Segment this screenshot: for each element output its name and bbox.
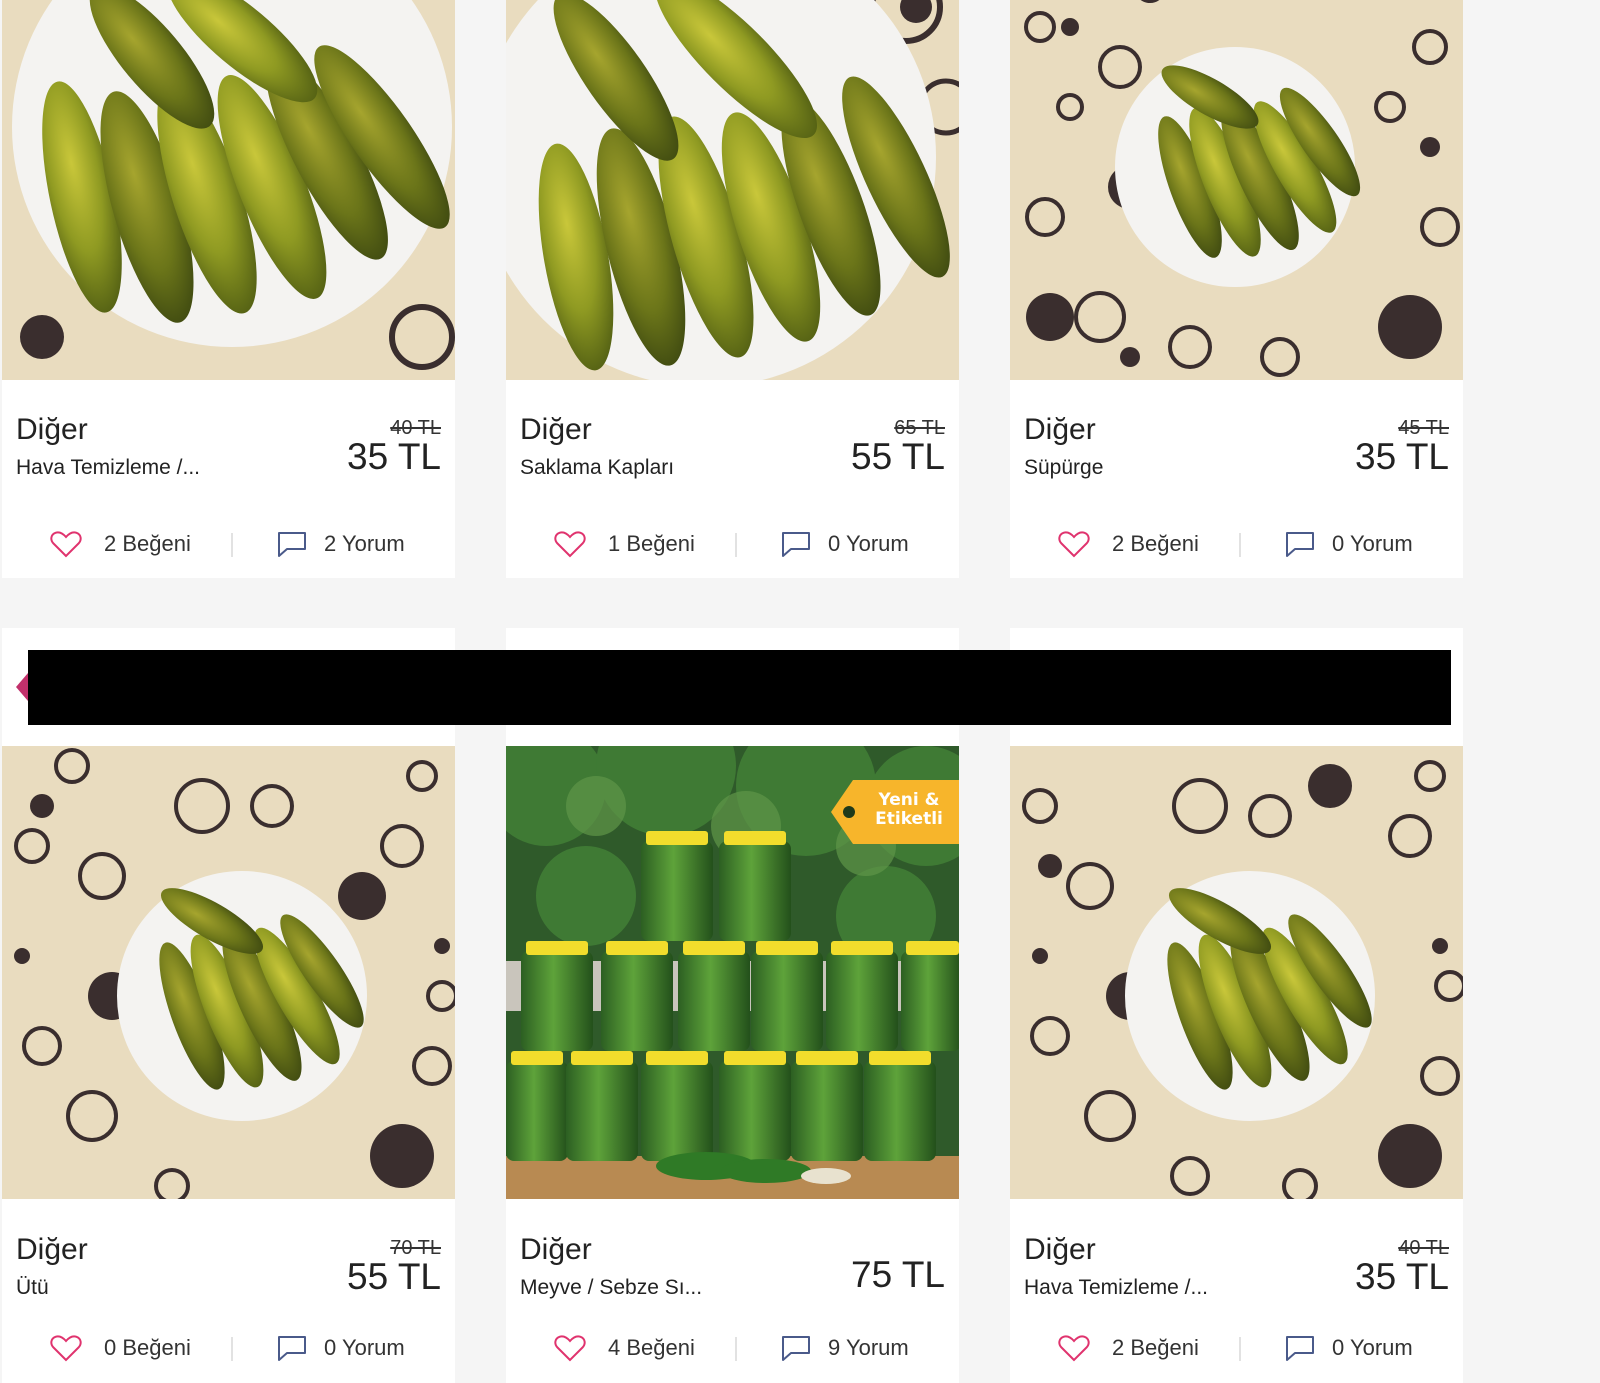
- like-count: 2 Beğeni: [1112, 1335, 1199, 1360]
- heart-outline-icon: [554, 1335, 586, 1362]
- like-button[interactable]: 1 Beğeni: [554, 524, 695, 564]
- product-card[interactable]: Diğer Hava Temizleme /... 40 TL 35 TL 2 …: [1010, 628, 1463, 1383]
- product-category: Diğer: [1024, 1233, 1096, 1266]
- product-subcategory: Hava Temizleme /...: [16, 456, 201, 479]
- comment-button[interactable]: 0 Yorum: [276, 1328, 405, 1368]
- heart-outline-icon: [554, 531, 586, 558]
- comment-count: 0 Yorum: [324, 1335, 405, 1360]
- product-category: Diğer: [520, 1233, 592, 1266]
- heart-outline-icon: [1058, 1335, 1090, 1362]
- product-card[interactable]: Diğer Ütü 70 TL 55 TL 0 Beğeni 0 Yorum: [2, 628, 455, 1383]
- product-image[interactable]: [2, 746, 455, 1199]
- stats-divider: [735, 1337, 737, 1361]
- stats-divider: [1239, 533, 1241, 557]
- speech-bubble-icon: [782, 532, 810, 557]
- redaction-bar: [28, 650, 1451, 725]
- speech-bubble-icon: [278, 1336, 306, 1361]
- like-count: 1 Beğeni: [608, 531, 695, 556]
- comment-button[interactable]: 2 Yorum: [276, 524, 405, 564]
- speech-bubble-icon: [1286, 532, 1314, 557]
- product-category: Diğer: [520, 413, 592, 446]
- product-card[interactable]: Diğer Süpürge 45 TL 35 TL 2 Beğeni 0 Yor…: [1010, 0, 1463, 578]
- stats-divider: [1239, 1337, 1241, 1361]
- like-count: 2 Beğeni: [1112, 531, 1199, 556]
- product-card[interactable]: Diğer Hava Temizleme /... 40 TL 35 TL 2 …: [2, 0, 455, 578]
- product-price: 55 TL: [347, 1256, 441, 1297]
- heart-outline-icon: [1058, 531, 1090, 558]
- like-count: 2 Beğeni: [104, 531, 191, 556]
- product-grid-page: Diğer Hava Temizleme /... 40 TL 35 TL 2 …: [0, 0, 1600, 1383]
- like-button[interactable]: 4 Beğeni: [554, 1328, 695, 1368]
- product-price: 35 TL: [1355, 436, 1449, 477]
- product-image[interactable]: [1010, 0, 1463, 380]
- stats-divider: [231, 533, 233, 557]
- like-button[interactable]: 2 Beğeni: [50, 524, 191, 564]
- chevron-left-icon[interactable]: [16, 673, 28, 701]
- heart-outline-icon: [50, 1335, 82, 1362]
- product-subcategory: Saklama Kapları: [520, 456, 675, 479]
- comment-count: 0 Yorum: [1332, 1335, 1413, 1360]
- product-image[interactable]: [506, 0, 959, 380]
- like-button[interactable]: 0 Beğeni: [50, 1328, 191, 1368]
- product-subcategory: Süpürge: [1024, 456, 1104, 479]
- like-count: 0 Beğeni: [104, 1335, 191, 1360]
- product-category: Diğer: [16, 1233, 88, 1266]
- product-subcategory: Hava Temizleme /...: [1024, 1276, 1209, 1299]
- product-price: 55 TL: [851, 436, 945, 477]
- product-price: 75 TL: [851, 1254, 945, 1295]
- product-price: 35 TL: [347, 436, 441, 477]
- speech-bubble-icon: [782, 1336, 810, 1361]
- comment-count: 2 Yorum: [324, 531, 405, 556]
- product-category: Diğer: [1024, 413, 1096, 446]
- product-subcategory: Ütü: [16, 1276, 49, 1299]
- comment-button[interactable]: 0 Yorum: [1284, 1328, 1413, 1368]
- stats-divider: [231, 1337, 233, 1361]
- comment-count: 0 Yorum: [1332, 531, 1413, 556]
- comment-button[interactable]: 0 Yorum: [780, 524, 909, 564]
- product-image[interactable]: Yeni & Etiketli: [506, 746, 959, 1199]
- comment-button[interactable]: 0 Yorum: [1284, 524, 1413, 564]
- speech-bubble-icon: [278, 532, 306, 557]
- product-image[interactable]: [1010, 746, 1463, 1199]
- heart-outline-icon: [50, 531, 82, 558]
- speech-bubble-icon: [1286, 1336, 1314, 1361]
- comment-count: 9 Yorum: [828, 1335, 909, 1360]
- comment-count: 0 Yorum: [828, 531, 909, 556]
- product-price: 35 TL: [1355, 1256, 1449, 1297]
- like-button[interactable]: 2 Beğeni: [1058, 524, 1199, 564]
- product-category: Diğer: [16, 413, 88, 446]
- product-image[interactable]: [2, 0, 455, 380]
- product-card[interactable]: Yeni & Etiketli Diğer Meyve / Sebze Sı..…: [506, 628, 959, 1383]
- product-card[interactable]: Diğer Saklama Kapları 65 TL 55 TL 1 Beğe…: [506, 0, 959, 578]
- product-subcategory: Meyve / Sebze Sı...: [520, 1276, 703, 1299]
- like-button[interactable]: 2 Beğeni: [1058, 1328, 1199, 1368]
- like-count: 4 Beğeni: [608, 1335, 695, 1360]
- comment-button[interactable]: 9 Yorum: [780, 1328, 909, 1368]
- new-tag-label: Yeni & Etiketli: [875, 790, 943, 829]
- stats-divider: [735, 533, 737, 557]
